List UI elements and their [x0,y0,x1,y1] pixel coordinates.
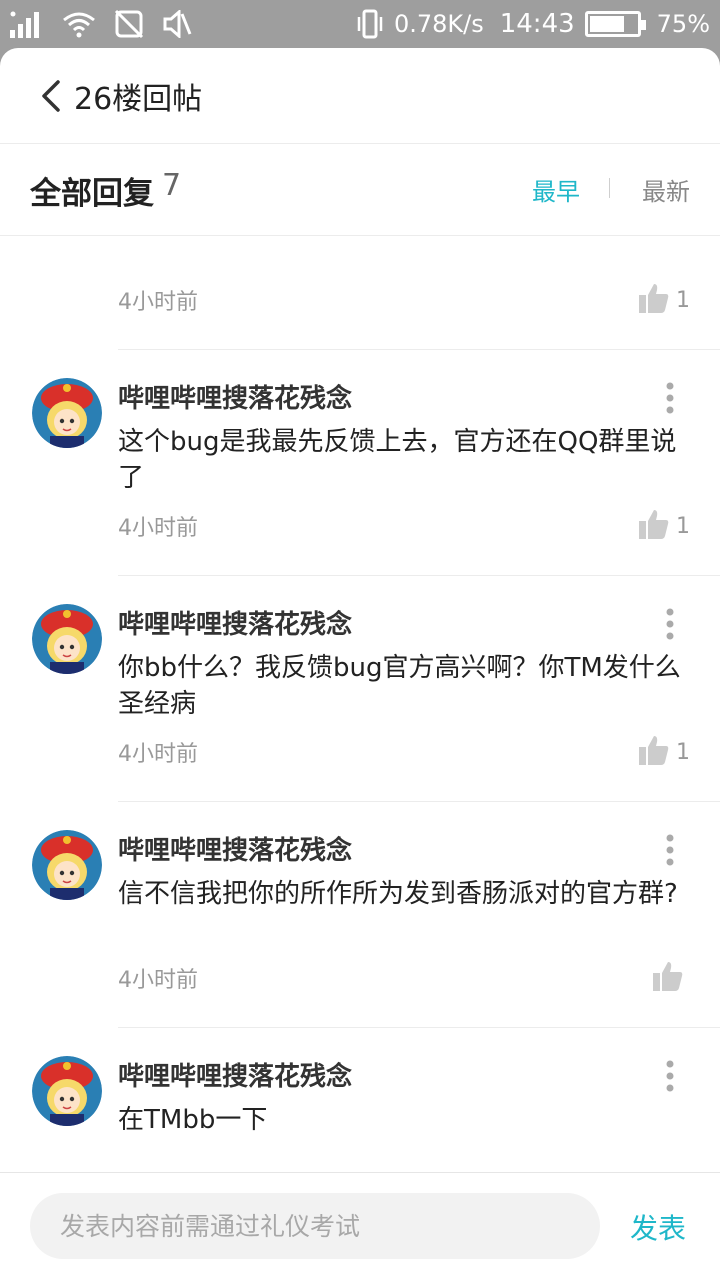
more-options-icon[interactable] [664,834,676,866]
like-count: 1 [676,513,690,539]
comment-time: 4小时前 [118,968,198,993]
sort-divider [609,178,610,198]
like-button[interactable]: 1 [638,508,690,544]
comment-time: 4小时前 [118,290,198,315]
clock: 14:43 [499,9,575,39]
comment-content: 信不信我把你的所作所为发到香肠派对的官方群? [118,879,678,909]
page-title: 26楼回帖 [74,82,203,117]
comment-content: 这个bug是我最先反馈上去，官方还在QQ群里说了 [118,427,677,493]
like-button[interactable]: 1 [638,282,690,318]
avatar[interactable] [32,604,102,674]
mute-icon [162,10,192,38]
comment-content: 在TMbb一下 [118,1105,268,1135]
comment-item: 哔哩哔哩搜落花残念 你bb什么？我反馈bug官方高兴啊？你TM发什么圣经病 4小… [0,576,720,802]
vibrate-icon [356,9,384,39]
thumbs-up-icon [638,734,670,770]
send-button[interactable]: 发表 [630,1207,686,1247]
composer-bar: 发表 [0,1172,720,1280]
comment-input[interactable] [30,1193,600,1259]
back-chevron-icon[interactable] [36,78,66,114]
comment-list[interactable]: 哔哩哔哩搜落花残念 还有，我是官方交流群的一个 4小时前 1 [0,236,720,1176]
replies-title: 全部回复 [30,176,154,212]
comment-username[interactable]: 哔哩哔哩搜落花残念 [118,604,352,641]
comment-time: 4小时前 [118,742,198,767]
comment-username[interactable]: 哔哩哔哩搜落花残念 [118,378,352,415]
nfc-off-icon [114,9,144,39]
more-options-icon[interactable] [664,1060,676,1092]
sort-earliest-tab[interactable]: 最早 [532,172,580,207]
like-button[interactable] [652,960,690,996]
avatar[interactable] [32,1056,102,1126]
like-button[interactable]: 1 [638,734,690,770]
like-count: 1 [676,287,690,313]
thumbs-up-icon [652,960,684,996]
comment-item: 哔哩哔哩搜落花残念 在TMbb一下 [0,1028,720,1176]
more-options-icon[interactable] [664,382,676,414]
comment-username[interactable]: 哔哩哔哩搜落花残念 [118,1056,352,1093]
comment-item: 哔哩哔哩搜落花残念 这个bug是我最先反馈上去，官方还在QQ群里说了 4小时前 … [0,350,720,576]
thumbs-up-icon [638,282,670,318]
comment-content: 你bb什么？我反馈bug官方高兴啊？你TM发什么圣经病 [118,653,681,719]
battery-percent: 75% [656,10,710,38]
avatar[interactable] [32,378,102,448]
comment-item: 哔哩哔哩搜落花残念 信不信我把你的所作所为发到香肠派对的官方群? 4小时前 [0,802,720,1028]
thumbs-up-icon [638,508,670,544]
wifi-icon [62,10,96,38]
comment-time: 4小时前 [118,516,198,541]
replies-header: 全部回复 7 最早 最新 [0,144,720,236]
network-speed: 0.78K/s [393,10,484,38]
comment-username[interactable]: 哔哩哔哩搜落花残念 [118,830,352,867]
replies-count: 7 [162,168,182,203]
like-count: 1 [676,739,690,765]
battery-icon [584,11,646,37]
signal-icon [10,10,44,38]
status-bar: 0.78K/s 14:43 75% [0,0,720,48]
avatar[interactable] [32,830,102,900]
more-options-icon[interactable] [664,608,676,640]
top-bar: 26楼回帖 [0,48,720,144]
comment-item: 哔哩哔哩搜落花残念 还有，我是官方交流群的一个 4小时前 1 [0,236,720,350]
sort-newest-tab[interactable]: 最新 [642,172,690,207]
reply-sheet: 26楼回帖 全部回复 7 最早 最新 哔哩哔哩搜落花残念 还 [0,48,720,1280]
